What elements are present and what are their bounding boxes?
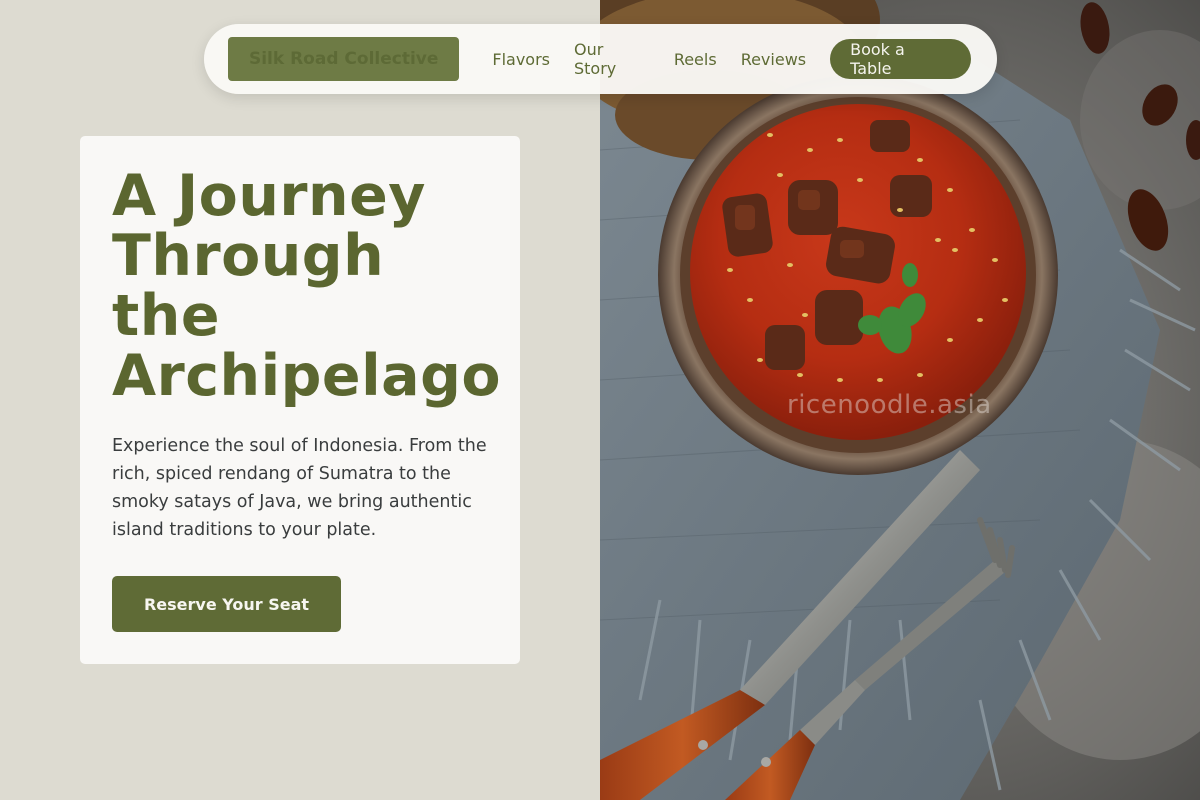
hero-description: Experience the soul of Indonesia. From t… [112,436,487,540]
reserve-seat-button[interactable]: Reserve Your Seat [112,576,341,632]
hero-card: A Journey Through the Archipelago Experi… [80,136,520,664]
nav-link-reels[interactable]: Reels [674,50,717,69]
nav-links: Flavors Our Story Reels Reviews [492,40,806,78]
top-navigation: Silk Road Collective Flavors Our Story R… [204,24,997,94]
hero-headline: A Journey Through the Archipelago [112,166,552,406]
brand-logo[interactable]: Silk Road Collective [228,37,460,81]
nav-link-our-story[interactable]: Our Story [574,40,650,78]
headline-line: Archipelago [112,343,502,409]
nav-link-reviews[interactable]: Reviews [741,50,806,69]
nav-link-flavors[interactable]: Flavors [492,50,550,69]
watermark-text: ricenoodle.asia [787,390,992,420]
book-table-button[interactable]: Book a Table [830,39,971,79]
headline-line: the [112,283,220,349]
headline-line: Through [112,223,385,289]
headline-line: A Journey [112,163,426,229]
